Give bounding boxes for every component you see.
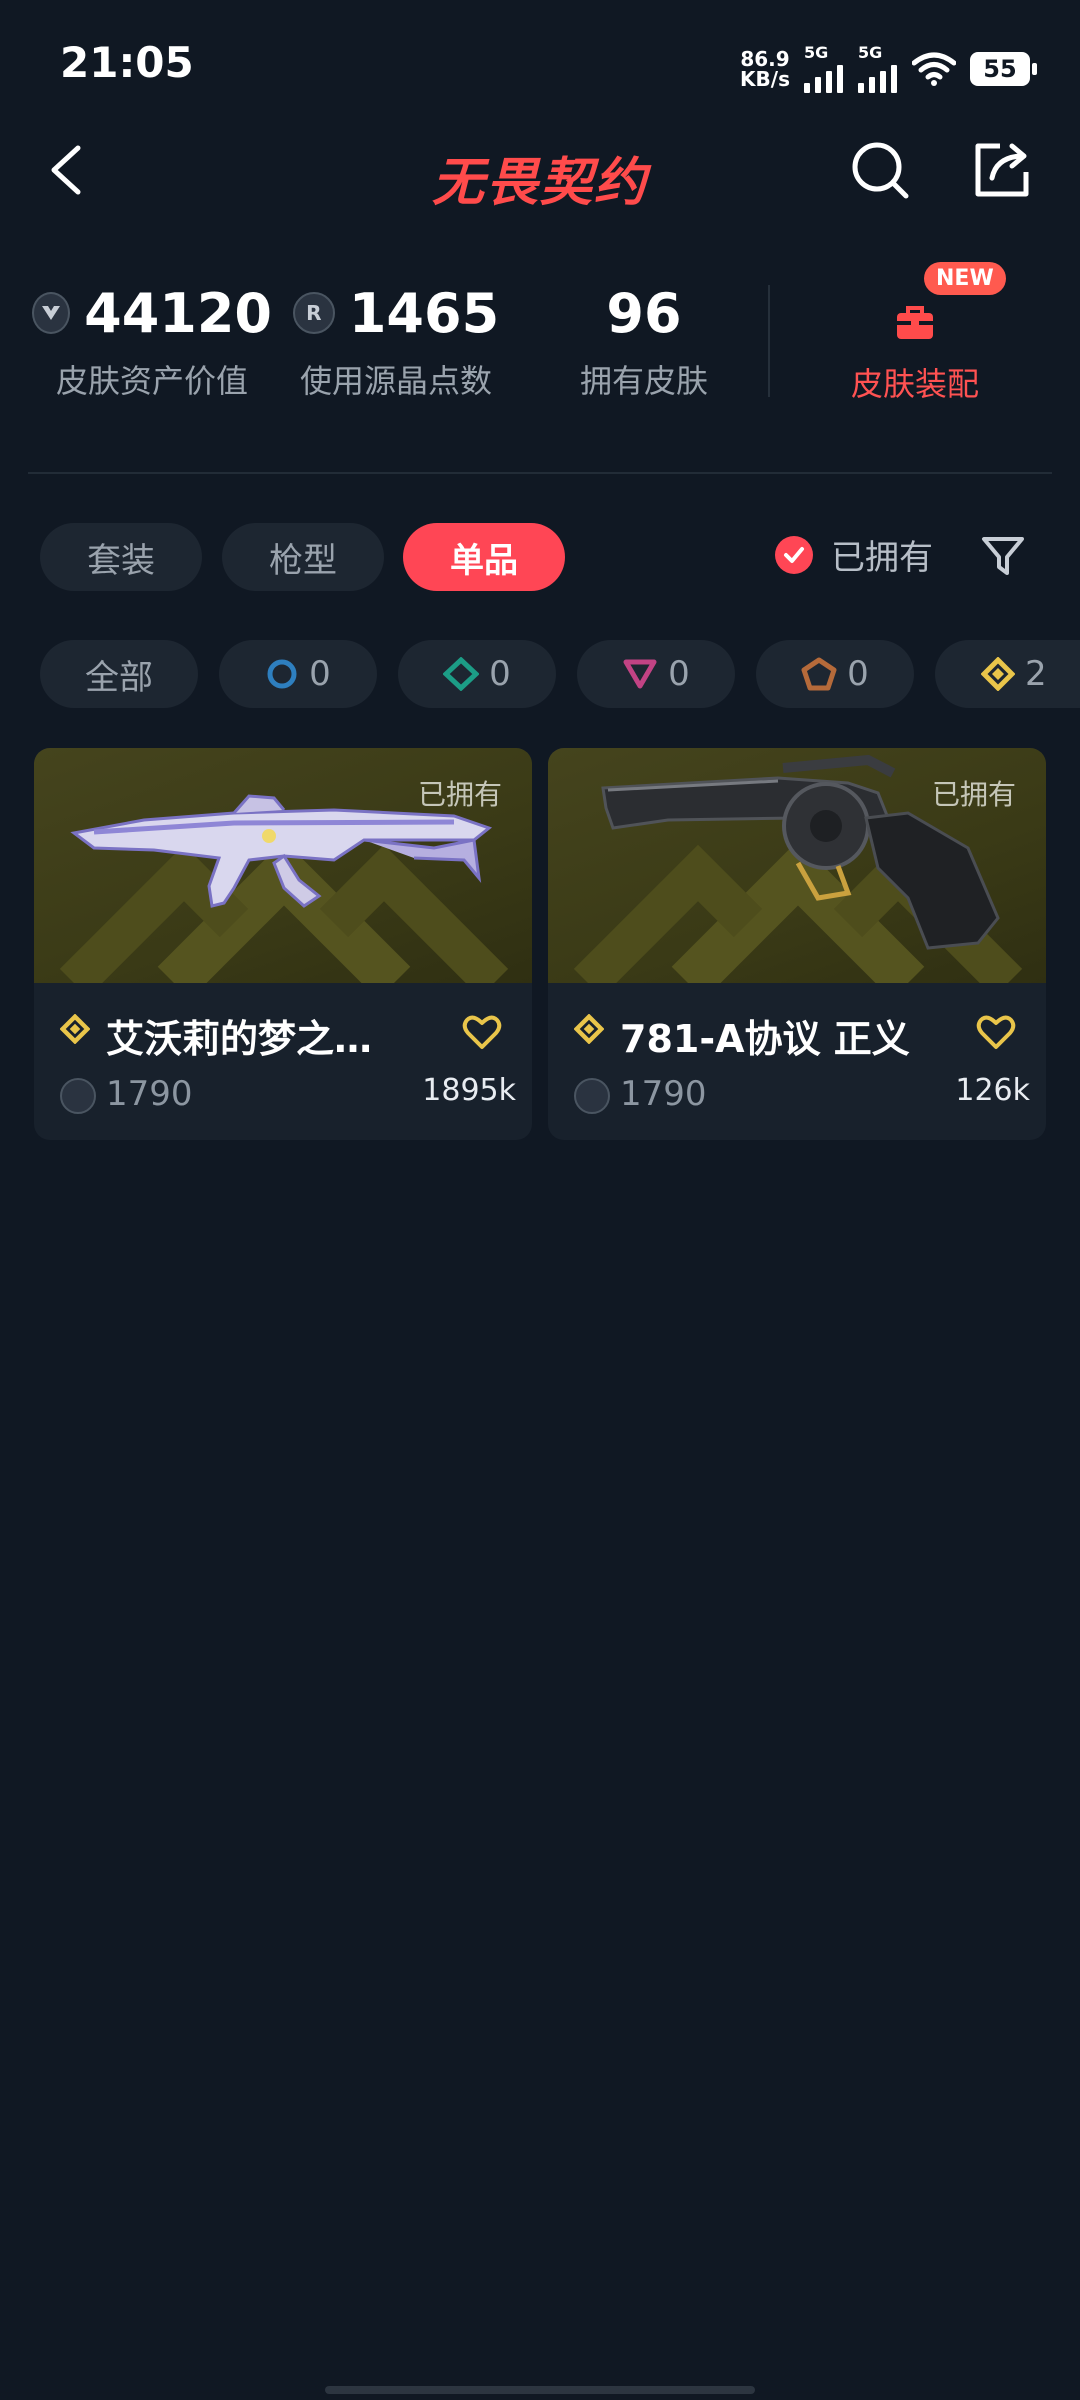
skin-equip-label: 皮肤装配 (850, 365, 979, 403)
skin-card[interactable]: 已拥有 781-A协议 正义 1790 126k (548, 748, 1046, 1140)
premium-tier-icon (623, 659, 657, 689)
network-speed-unit: KB/s (740, 67, 790, 91)
radianite-value: 1465 (348, 281, 500, 345)
section-divider (28, 472, 1052, 474)
heart-icon[interactable] (462, 1014, 502, 1050)
status-time: 21:05 (60, 38, 194, 87)
radianite-label: 使用源晶点数 (299, 362, 492, 400)
ultra-tier-icon (60, 1014, 90, 1044)
skin-price: 1790 (106, 1074, 193, 1114)
stats-divider (768, 285, 770, 397)
owned-tag: 已拥有 (931, 778, 1016, 811)
skin-image: 已拥有 (34, 748, 532, 983)
battery-level: 55 (983, 55, 1017, 83)
ultra-tier-icon (574, 1014, 604, 1044)
rarity-exclusive-chip[interactable]: 0 (756, 640, 914, 708)
network-speed: 86.9 KB/s (740, 49, 790, 89)
home-indicator[interactable] (325, 2386, 755, 2394)
rarity-premium-chip[interactable]: 0 (577, 640, 735, 708)
share-icon[interactable] (970, 138, 1034, 202)
asset-label: 皮肤资产价值 (55, 362, 248, 400)
stat-radianite: R 1465 使用源晶点数 (276, 280, 516, 402)
bag-icon (897, 306, 933, 339)
filter-icon[interactable] (980, 533, 1026, 579)
vp-icon (32, 292, 71, 334)
skin-price: 1790 (620, 1074, 707, 1114)
vp-icon (60, 1078, 96, 1114)
tab-weapon-type[interactable]: 枪型 (222, 523, 384, 591)
rarity-premium-count: 0 (668, 654, 690, 694)
signal-icon: 5G (858, 43, 898, 93)
owned-filter-label: 已拥有 (831, 538, 933, 578)
ultra-tier-icon (981, 657, 1015, 691)
rarity-exclusive-count: 0 (847, 654, 869, 694)
signal-icon: 5G (804, 43, 844, 93)
battery-icon: 55 (970, 52, 1037, 86)
heart-icon[interactable] (976, 1014, 1016, 1050)
rarity-deluxe-count: 0 (489, 654, 511, 694)
wifi-icon (912, 52, 956, 86)
rarity-select-count: 0 (309, 654, 331, 694)
skin-image: 已拥有 (548, 748, 1046, 983)
rarity-deluxe-chip[interactable]: 0 (398, 640, 556, 708)
tab-single-items[interactable]: 单品 (403, 523, 565, 591)
skin-name: 艾沃莉的梦之… (106, 1017, 373, 1061)
tab-bundles[interactable]: 套装 (40, 523, 202, 591)
status-icons: 86.9 KB/s 5G 5G 55 (740, 43, 1037, 94)
sim2-label: 5G (858, 43, 883, 62)
skin-likes: 126k (955, 1073, 1030, 1108)
skin-card[interactable]: 已拥有 艾沃莉的梦之… 1790 1895k (34, 748, 532, 1140)
rarity-select-chip[interactable]: 0 (219, 640, 377, 708)
owned-tag: 已拥有 (417, 778, 502, 811)
owned-filter-toggle[interactable]: 已拥有 (775, 530, 933, 579)
page-title: 无畏契约 (431, 153, 648, 213)
stat-asset-value: 44120 皮肤资产价值 (32, 280, 272, 402)
deluxe-tier-icon (443, 657, 480, 691)
radianite-icon: R (292, 292, 335, 334)
skin-name: 781-A协议 正义 (620, 1017, 910, 1061)
rarity-all-label: 全部 (85, 657, 153, 698)
owned-count: 96 (606, 281, 682, 345)
new-badge: NEW (924, 262, 1006, 295)
check-icon (775, 535, 813, 574)
rarity-all[interactable]: 全部 (40, 640, 198, 708)
asset-value: 44120 (84, 281, 272, 345)
rarity-ultra-count: 2 (1025, 654, 1047, 694)
exclusive-tier-icon (801, 657, 837, 691)
skin-likes: 1895k (422, 1073, 516, 1108)
sim1-label: 5G (804, 43, 829, 62)
rarity-ultra-chip[interactable]: 2 (935, 640, 1080, 708)
select-tier-icon (267, 659, 297, 689)
vp-icon (574, 1078, 610, 1114)
owned-label: 拥有皮肤 (579, 362, 708, 400)
network-speed-value: 86.9 (740, 47, 790, 71)
stat-owned: 96 拥有皮肤 (524, 280, 764, 402)
search-icon[interactable] (850, 140, 912, 202)
